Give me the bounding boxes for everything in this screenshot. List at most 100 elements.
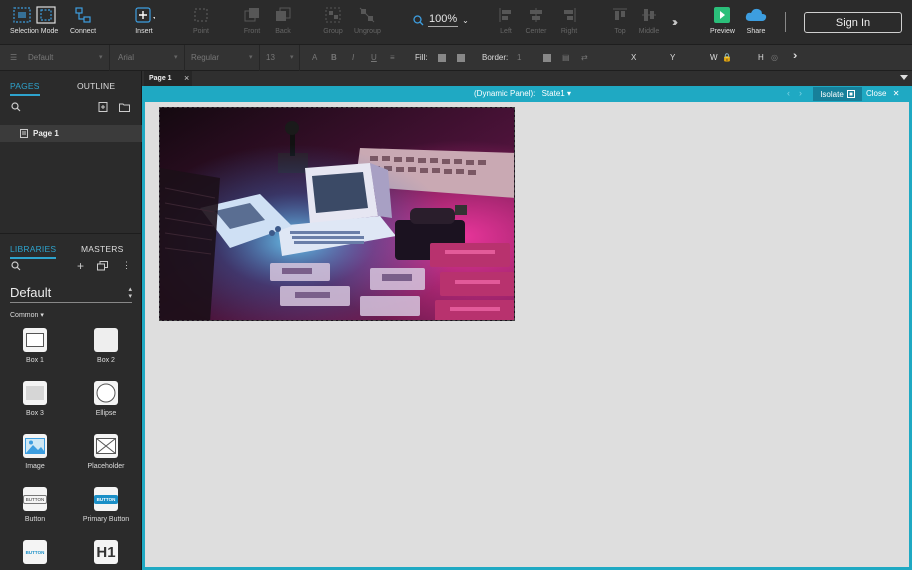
widget-group-header[interactable]: Common ▾ <box>10 311 44 319</box>
weight-value: Regular <box>191 53 220 62</box>
more-tools-icon[interactable]: ››› <box>672 15 678 29</box>
share-button[interactable]: Share <box>745 5 767 35</box>
close-tab-icon[interactable]: × <box>184 73 189 83</box>
sign-in-button[interactable]: Sign In <box>804 12 902 33</box>
point-button[interactable]: Point <box>190 5 212 35</box>
fill-gradient-swatch[interactable] <box>457 54 465 62</box>
style-icon: ☰ <box>10 53 18 62</box>
next-state-icon[interactable]: › <box>799 88 802 98</box>
selection-mode-button[interactable]: Selection Mode <box>10 5 58 35</box>
group-button[interactable]: Group <box>322 5 344 35</box>
italic-icon[interactable]: I <box>352 53 354 62</box>
bold-icon[interactable]: B <box>331 53 337 62</box>
underline-icon[interactable]: U <box>371 53 377 62</box>
align-middle-button[interactable]: Middle <box>638 5 660 35</box>
insert-button[interactable]: Insert <box>133 5 155 35</box>
doc-tab-label: Page 1 <box>149 75 172 82</box>
tab-pages[interactable]: PAGES <box>10 81 40 96</box>
close-icon: ✕ <box>892 89 900 98</box>
border-arrow-icon[interactable]: ⇄ <box>581 53 588 62</box>
ungroup-icon <box>356 5 378 25</box>
widget-item[interactable]: Image <box>0 434 70 470</box>
search-zoom-icon <box>413 14 424 25</box>
style-dropdown[interactable]: ☰ Default ▾ <box>0 45 110 71</box>
widget-label: Button <box>24 516 46 523</box>
preview-button[interactable]: Preview <box>710 5 735 35</box>
list-icon[interactable]: ≡ <box>390 53 395 62</box>
widget-label: Placeholder <box>87 463 125 470</box>
weight-dropdown[interactable]: Regular ▾ <box>185 45 260 71</box>
isolate-icon <box>846 90 855 98</box>
fill-color-swatch[interactable] <box>438 54 446 62</box>
front-button[interactable]: Front <box>241 5 263 35</box>
insert-label: Insert <box>135 28 153 35</box>
box-2-icon <box>94 328 118 352</box>
panel-type-label: (Dynamic Panel): <box>474 89 536 98</box>
align-center-button[interactable]: Center <box>525 5 547 35</box>
page-item-label: Page 1 <box>33 129 59 138</box>
tabs-menu-icon[interactable] <box>900 75 908 80</box>
font-size-dropdown[interactable]: 13 ▾ <box>260 45 300 71</box>
placeholder-icon <box>94 434 118 458</box>
widget-label: Image <box>25 463 45 470</box>
tab-masters[interactable]: MASTERS <box>81 244 124 254</box>
button-icon: BUTTON <box>22 487 48 511</box>
widget-label: Primary Button <box>82 516 130 523</box>
ungroup-button[interactable]: Ungroup <box>354 5 381 35</box>
border-width-value[interactable]: 1 <box>517 53 521 62</box>
visibility-icon[interactable]: ◎ <box>771 53 778 62</box>
library-menu-icon[interactable]: ⋮ <box>122 260 131 271</box>
search-icon[interactable] <box>11 102 21 115</box>
tab-libraries[interactable]: LIBRARIES <box>10 244 57 259</box>
isolate-button[interactable]: Isolate <box>813 87 862 101</box>
add-folder-icon[interactable] <box>119 102 130 115</box>
connect-button[interactable]: Connect <box>70 5 96 35</box>
point-icon <box>190 5 212 25</box>
chevron-down-icon: ▾ <box>99 54 103 61</box>
x-label: X <box>631 53 637 62</box>
library-search-icon[interactable] <box>11 261 21 274</box>
copy-library-icon[interactable] <box>97 261 108 274</box>
back-button[interactable]: Back <box>272 5 294 35</box>
widget-item[interactable]: Ellipse <box>71 381 141 417</box>
state-dropdown[interactable]: State1 ▾ <box>542 89 571 98</box>
widget-item[interactable]: Box 3 <box>0 381 70 417</box>
text-color-icon[interactable]: A <box>312 53 317 62</box>
more-format-icon[interactable]: ›› <box>793 50 798 62</box>
app-window: Selection Mode Connect Insert Point Fron… <box>0 0 912 570</box>
widget-item[interactable]: BUTTON Button <box>0 487 70 523</box>
cloud-icon <box>745 5 767 25</box>
border-style-icon[interactable]: ▤ <box>562 53 570 62</box>
align-right-button[interactable]: Right <box>558 5 580 35</box>
chevron-down-icon: ▾ <box>249 54 253 61</box>
style-value: Default <box>28 53 54 62</box>
retro-computers-image[interactable] <box>159 107 515 321</box>
retro-computers-photo <box>160 108 514 320</box>
border-color-swatch[interactable] <box>543 54 551 62</box>
link-button-icon: BUTTON <box>23 540 47 564</box>
doc-tab-page-1[interactable]: Page 1 × <box>144 71 192 86</box>
tab-outline[interactable]: OUTLINE <box>77 81 115 91</box>
close-panel-button[interactable]: Close ✕ <box>866 89 899 98</box>
align-top-button[interactable]: Top <box>609 5 631 35</box>
add-library-icon[interactable]: + <box>77 259 84 273</box>
font-value: Arial <box>118 53 135 62</box>
insert-icon <box>133 5 155 25</box>
library-select[interactable]: Default ▴ ▾ <box>10 285 132 303</box>
widget-item[interactable]: H1 <box>71 540 141 564</box>
main-toolbar: Selection Mode Connect Insert Point Fron… <box>0 0 912 45</box>
prev-state-icon[interactable]: ‹ <box>787 88 790 98</box>
widget-item[interactable]: Box 1 <box>0 328 70 364</box>
widget-item[interactable]: Placeholder <box>71 434 141 470</box>
add-page-icon[interactable] <box>98 102 108 115</box>
align-left-button[interactable]: Left <box>495 5 517 35</box>
page-item[interactable]: Page 1 <box>0 125 142 142</box>
lock-icon[interactable]: 🔒 <box>722 53 732 62</box>
font-dropdown[interactable]: Arial ▾ <box>110 45 185 71</box>
zoom-control[interactable]: 100% ⌄ <box>413 13 469 27</box>
widget-item[interactable]: BUTTON <box>0 540 70 564</box>
widget-item[interactable]: BUTTON Primary Button <box>71 487 141 523</box>
widget-item[interactable]: Box 2 <box>71 328 141 364</box>
heading-1-icon: H1 <box>94 540 118 564</box>
page-icon <box>20 129 28 138</box>
